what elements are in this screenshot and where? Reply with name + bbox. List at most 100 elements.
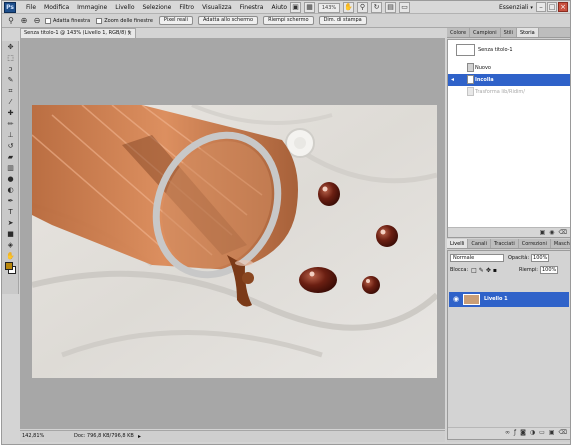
close-tab-icon[interactable]: × xyxy=(127,29,132,38)
fill-field[interactable]: 100% xyxy=(540,266,558,274)
menu-visualizza[interactable]: Visualizza xyxy=(198,1,236,14)
zoom-finestre-checkbox[interactable] xyxy=(96,17,103,24)
history-snapshot[interactable]: Senza titolo-1 xyxy=(448,42,570,58)
3d-icon[interactable]: ◈ xyxy=(4,240,17,250)
cup-drops-photo xyxy=(32,105,437,378)
dim-stampa-button[interactable]: Dim. di stampa xyxy=(318,16,367,25)
type-icon[interactable]: T xyxy=(4,207,17,217)
crop-icon[interactable]: ⌗ xyxy=(4,86,17,96)
lock-brush-icon[interactable]: ✎ xyxy=(479,267,484,274)
menu-selezione[interactable]: Selezione xyxy=(139,1,176,14)
marquee-icon[interactable]: ⬚ xyxy=(4,53,17,63)
tab-colore[interactable]: Colore xyxy=(447,28,471,37)
history-item-dimmed[interactable]: Trasforma lib/Ridim/ xyxy=(448,86,570,98)
eraser-icon[interactable]: ▰ xyxy=(4,152,17,162)
minimize-icon[interactable]: – xyxy=(536,2,546,12)
new-layer-icon[interactable]: ▣ xyxy=(549,428,555,438)
layers-footer-icons: ∞ ƒ ◙ ◑ ▭ ▣ ⌫ xyxy=(501,428,567,438)
maximize-icon[interactable]: □ xyxy=(547,2,557,12)
riempi-schermo-button[interactable]: Riempi schermo xyxy=(263,16,314,25)
tab-stili[interactable]: Stili xyxy=(501,28,517,37)
blend-mode-select[interactable]: Normale xyxy=(450,254,504,262)
mask-icon[interactable]: ◙ xyxy=(520,428,526,438)
adatta-schermo-button[interactable]: Adatta allo schermo xyxy=(197,16,259,25)
camera-icon[interactable]: ◉ xyxy=(549,228,554,238)
history-item-selected[interactable]: ◂ Incolla xyxy=(448,74,570,86)
history-brush-icon[interactable]: ↺ xyxy=(4,141,17,151)
zoom-out-icon[interactable]: ⊖ xyxy=(32,16,42,26)
foreground-color-swatch[interactable] xyxy=(5,262,13,270)
options-bar: ⚲ ⊕ ⊖ Adatta finestra Zoom delle finestr… xyxy=(2,14,570,28)
rotate-view-icon[interactable]: ↻ xyxy=(371,2,382,13)
pixel-reali-button[interactable]: Pixel reali xyxy=(158,16,193,25)
move-icon[interactable]: ✥ xyxy=(4,42,17,52)
close-icon[interactable]: × xyxy=(558,2,568,12)
link-icon[interactable]: ∞ xyxy=(505,428,510,438)
guides-icon[interactable]: ▦ xyxy=(304,2,315,13)
stamp-icon[interactable]: ⊥ xyxy=(4,130,17,140)
menu-livello[interactable]: Livello xyxy=(111,1,138,14)
history-footer: ▣ ◉ ⌫ xyxy=(448,227,570,237)
zoom-tool-icon[interactable]: ⚲ xyxy=(357,2,368,13)
healing-icon[interactable]: ✚ xyxy=(4,108,17,118)
dodge-icon[interactable]: ◐ xyxy=(4,185,17,195)
menu-modifica[interactable]: Modifica xyxy=(40,1,73,14)
photoshop-logo: Ps xyxy=(4,2,16,13)
quick-select-icon[interactable]: ✎ xyxy=(4,75,17,85)
zoom-level[interactable]: 143% xyxy=(318,2,340,13)
tab-correzioni[interactable]: Correzioni xyxy=(519,239,551,248)
menu-filtro[interactable]: Filtro xyxy=(175,1,198,14)
lock-move-icon[interactable]: ✥ xyxy=(486,267,491,274)
hand-icon[interactable]: ✋ xyxy=(4,251,17,261)
layers-panel: Normale Opacità: 100% Blocca: □ ✎ ✥ ▪ Ri… xyxy=(447,250,570,440)
gradient-icon[interactable]: ▥ xyxy=(4,163,17,173)
tab-livelli[interactable]: Livelli xyxy=(447,239,469,248)
zoom-preset-icon[interactable]: ⚲ xyxy=(6,16,16,26)
hand-tool-icon[interactable]: ✋ xyxy=(343,2,354,13)
adjustment-icon[interactable]: ◑ xyxy=(530,428,535,438)
layer-row[interactable]: ◉ Livello 1 xyxy=(449,292,569,307)
tab-maschere[interactable]: Maschere xyxy=(551,239,570,248)
history-item[interactable]: Nuovo xyxy=(448,62,570,74)
new-document-icon[interactable]: ▣ xyxy=(540,228,546,238)
bridge-icon[interactable]: ▣ xyxy=(290,2,301,13)
menu-finestra[interactable]: Finestra xyxy=(236,1,268,14)
tab-canali[interactable]: Canali xyxy=(468,239,491,248)
status-menu-arrow-icon[interactable]: ▸ xyxy=(138,431,141,442)
tab-campioni[interactable]: Campioni xyxy=(470,28,501,37)
history-item-label: Trasforma lib/Ridim/ xyxy=(475,89,525,95)
trash-icon[interactable]: ⌫ xyxy=(559,228,567,238)
shape-icon[interactable]: ■ xyxy=(4,229,17,239)
menu-immagine[interactable]: Immagine xyxy=(73,1,111,14)
document-title: Senza titolo-1 @ 143% (Livello 1, RGB/8)… xyxy=(24,30,131,36)
brush-icon[interactable]: ✏ xyxy=(4,119,17,129)
status-zoom[interactable]: 142,81% xyxy=(22,431,44,442)
lasso-icon[interactable]: ↄ xyxy=(4,64,17,74)
eye-icon[interactable]: ◉ xyxy=(453,292,459,307)
canvas-image[interactable] xyxy=(32,105,437,378)
right-panels: Colore Campioni Stili Storia Senza titol… xyxy=(447,28,570,442)
lock-transparent-icon[interactable]: □ xyxy=(471,267,477,274)
menu-file[interactable]: File xyxy=(22,1,40,14)
document-tab[interactable]: Senza titolo-1 @ 143% (Livello 1, RGB/8)… xyxy=(20,28,136,38)
path-select-icon[interactable]: ➤ xyxy=(4,218,17,228)
fx-icon[interactable]: ƒ xyxy=(514,428,516,438)
tab-tracciati[interactable]: Tracciati xyxy=(491,239,519,248)
adatta-finestra-checkbox[interactable] xyxy=(45,17,51,24)
opacity-field[interactable]: 100% xyxy=(531,254,550,262)
pen-icon[interactable]: ✒ xyxy=(4,196,17,206)
folder-icon[interactable]: ▭ xyxy=(539,428,545,438)
history-footer-icons: ▣ ◉ ⌫ xyxy=(536,228,567,238)
lock-all-icon[interactable]: ▪ xyxy=(493,267,497,274)
zoom-in-icon[interactable]: ⊕ xyxy=(19,16,29,26)
screen-mode-icon[interactable]: ▭ xyxy=(399,2,410,13)
photoshop-window: Ps File Modifica Immagine Livello Selezi… xyxy=(1,0,571,445)
blur-icon[interactable]: ● xyxy=(4,174,17,184)
tab-storia[interactable]: Storia xyxy=(516,28,539,37)
menu-aiuto[interactable]: Aiuto xyxy=(267,1,291,14)
trash-icon[interactable]: ⌫ xyxy=(559,428,567,438)
workspace-switcher[interactable]: Essenziali ▾ xyxy=(499,2,533,13)
lock-label: Blocca: xyxy=(450,267,469,273)
eyedropper-icon[interactable]: ⁄ xyxy=(4,97,17,107)
arrange-documents-icon[interactable]: ▤ xyxy=(385,2,396,13)
